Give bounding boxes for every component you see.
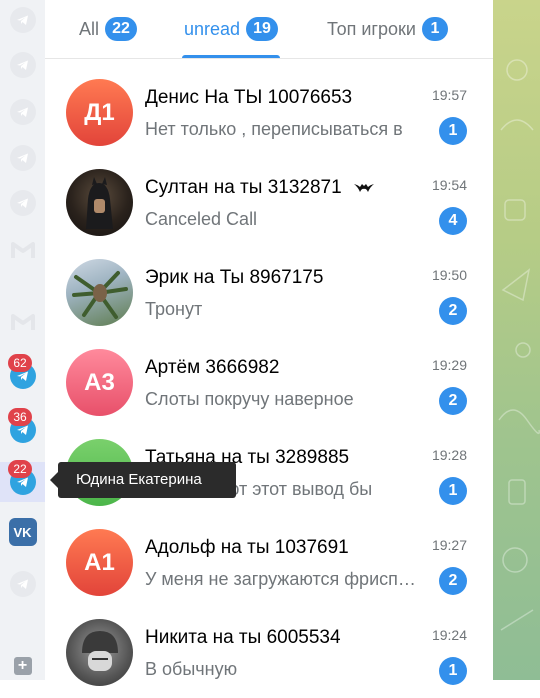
chat-row[interactable]: А1 Адольф на ты 1037691 У меня не загруж…: [45, 518, 493, 608]
chat-row[interactable]: Султан на ты 3132871 Canceled Call 19:54…: [45, 158, 493, 248]
tab-count-badge: 19: [246, 17, 279, 41]
account-telegram-4[interactable]: [0, 138, 45, 178]
unread-count-badge: 2: [439, 567, 467, 595]
chat-time: 19:28: [431, 447, 467, 463]
chat-time: 19:54: [431, 177, 467, 193]
tab-count-badge: 1: [421, 17, 448, 41]
account-telegram-6[interactable]: [0, 564, 45, 604]
avatar: [66, 169, 133, 236]
tab-all[interactable]: All 22: [79, 0, 138, 58]
tab-unread[interactable]: unread 19: [182, 0, 281, 58]
unread-count-badge: 2: [439, 387, 467, 415]
chat-time: 19:29: [431, 357, 467, 373]
tab-label: All: [79, 18, 100, 39]
palm-photo-icon: [72, 271, 128, 319]
account-telegram-2[interactable]: [0, 45, 45, 85]
avatar: А3: [66, 349, 133, 416]
chat-name: Эрик на Ты 8967175: [145, 267, 324, 288]
tab-label: Топ игроки: [327, 18, 416, 39]
chat-preview: Нет только , переписываться в: [145, 119, 403, 139]
unread-badge: 36: [8, 408, 32, 426]
account-telegram-badge-2[interactable]: 36: [0, 408, 45, 450]
chat-preview: Canceled Call: [145, 209, 258, 229]
telegram-icon: [9, 99, 36, 125]
chat-name: Артём 3666982: [145, 357, 280, 378]
telegram-icon: [9, 7, 36, 33]
chat-name: Адольф на ты 1037691: [145, 537, 349, 558]
chat-row[interactable]: Д1 Денис На ТЫ 10076653 Нет только , пер…: [45, 68, 493, 158]
unread-count-badge: 1: [439, 657, 467, 685]
bat-emoji-icon: [353, 184, 374, 192]
tab-label: unread: [184, 18, 241, 39]
account-tooltip: Юдина Екатерина: [50, 462, 236, 498]
unread-count-badge: 4: [439, 207, 467, 235]
tab-top-players[interactable]: Топ игроки 1: [327, 0, 448, 58]
chat-name: Никита на ты 6005534: [145, 627, 341, 648]
vk-icon: VK: [8, 518, 37, 546]
account-telegram-1[interactable]: [0, 0, 45, 40]
avatar: [66, 619, 133, 686]
chat-time: 19:24: [431, 627, 467, 643]
tab-count-badge: 22: [105, 17, 138, 41]
chat-wallpaper: [493, 0, 540, 680]
chat-time: 19:57: [431, 87, 467, 103]
telegram-icon: [9, 190, 36, 216]
gmail-icon: [10, 314, 35, 330]
unread-badge: 22: [8, 460, 32, 478]
chat-preview: В обычную: [145, 659, 238, 679]
chat-preview: Слоты покручу наверное: [145, 389, 354, 409]
avatar: Д1: [66, 79, 133, 146]
account-gmail-2[interactable]: [0, 302, 45, 342]
unread-count-badge: 1: [439, 117, 467, 145]
chat-name: Султан на ты 3132871: [145, 177, 375, 199]
unread-count-badge: 1: [439, 477, 467, 505]
chat-row[interactable]: А3 Артём 3666982 Слоты покручу наверное …: [45, 338, 493, 428]
account-gmail-1[interactable]: [0, 230, 45, 270]
account-telegram-3[interactable]: [0, 92, 45, 132]
chat-preview: У меня не загружаются фриспины: [145, 569, 425, 589]
telegram-icon: [9, 145, 36, 171]
telegram-icon: [9, 52, 36, 78]
plus-icon: +: [13, 657, 32, 675]
batman-photo-icon: [86, 177, 113, 229]
avatar: А1: [66, 529, 133, 596]
chat-time: 19:50: [431, 267, 467, 283]
telegram-icon: [9, 571, 36, 597]
chat-row[interactable]: Никита на ты 6005534 В обычную 19:24 1: [45, 608, 493, 698]
chat-list-panel: All 22 unread 19 Топ игроки 1 Д1 Денис Н…: [45, 0, 493, 686]
account-vk[interactable]: VK: [0, 512, 45, 552]
chat-time: 19:27: [431, 537, 467, 553]
soldier-photo-icon: [82, 631, 118, 671]
chat-name: Денис На ТЫ 10076653: [145, 87, 353, 108]
account-telegram-badge-1[interactable]: 62: [0, 354, 45, 396]
add-account-button[interactable]: +: [0, 652, 45, 680]
active-tab-indicator: [182, 55, 281, 58]
account-telegram-5[interactable]: [0, 183, 45, 223]
avatar: [66, 259, 133, 326]
wallpaper-doodle-icon: [498, 59, 540, 631]
unread-count-badge: 2: [439, 297, 467, 325]
gmail-icon: [10, 242, 35, 258]
folder-tabs: All 22 unread 19 Топ игроки 1: [45, 0, 493, 59]
account-telegram-active[interactable]: 22: [0, 460, 45, 502]
chat-preview: Тронут: [145, 299, 203, 319]
account-rail: 62 36 22 VK +: [0, 0, 46, 680]
chat-row[interactable]: Эрик на Ты 8967175 Тронут 19:50 2: [45, 248, 493, 338]
unread-badge: 62: [8, 354, 32, 372]
